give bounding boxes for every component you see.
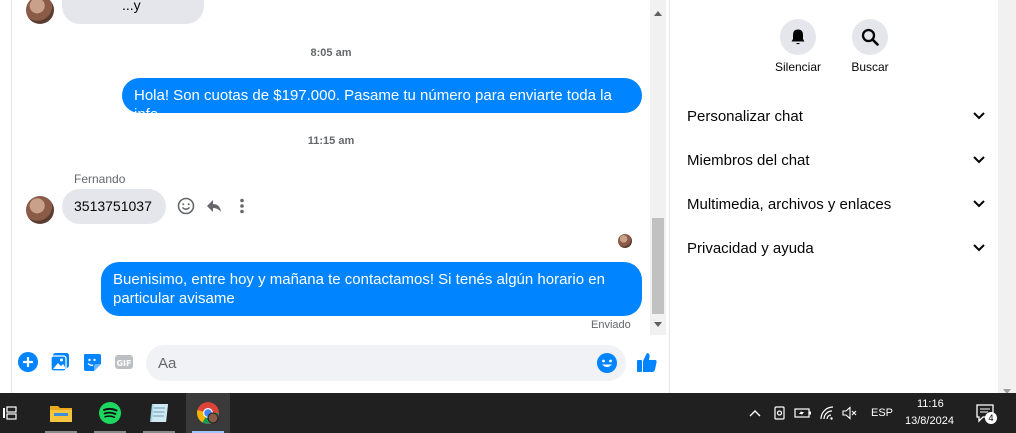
section-media-files-links[interactable]: Multimedia, archivos y enlaces bbox=[687, 189, 985, 219]
conversation-info-pane: Silenciar Buscar Personalizar chat Miemb… bbox=[669, 0, 998, 393]
clock-time[interactable]: 11:16 bbox=[917, 398, 944, 410]
scroll-thumb[interactable] bbox=[652, 218, 664, 314]
show-hidden-icons-button[interactable] bbox=[746, 404, 764, 422]
outgoing-message-text: Buenisimo, entre hoy y mañana te contact… bbox=[113, 271, 605, 307]
scroll-up-arrow[interactable] bbox=[653, 8, 663, 18]
wifi-icon bbox=[820, 406, 834, 420]
section-label: Multimedia, archivos y enlaces bbox=[687, 195, 892, 213]
svg-text:GIF: GIF bbox=[116, 359, 131, 368]
section-chat-members[interactable]: Miembros del chat bbox=[687, 145, 985, 175]
message-bubble-partial: ...y bbox=[62, 0, 204, 24]
mute-button[interactable] bbox=[780, 19, 816, 55]
section-label: Privacidad y ayuda bbox=[687, 239, 814, 257]
search-button[interactable] bbox=[852, 19, 888, 55]
chat-scrollbar[interactable] bbox=[650, 0, 666, 335]
like-button[interactable] bbox=[635, 350, 659, 374]
language-indicator[interactable]: ESP bbox=[871, 407, 893, 419]
sticker-button[interactable] bbox=[81, 351, 103, 373]
outgoing-message-text: Hola! Son cuotas de $197.000. Pasame tu … bbox=[134, 87, 612, 123]
taskbar-file-explorer[interactable] bbox=[39, 393, 83, 433]
task-view-icon bbox=[3, 406, 17, 420]
section-label: Miembros del chat bbox=[687, 151, 810, 169]
gif-button[interactable]: GIF bbox=[113, 351, 135, 373]
taskbar-chrome[interactable] bbox=[186, 393, 230, 433]
chevron-down-icon bbox=[973, 200, 985, 208]
chevron-down-icon bbox=[973, 112, 985, 120]
taskbar-notes-app[interactable] bbox=[137, 393, 181, 433]
chat-pane: ...y 8:05 am Hola! Son cuotas de $197.00… bbox=[0, 0, 668, 393]
notes-icon bbox=[150, 404, 168, 422]
image-icon bbox=[50, 353, 69, 372]
timestamp: 8:05 am bbox=[310, 47, 352, 59]
notification-badge: 4 bbox=[985, 412, 997, 424]
message-status: Enviado bbox=[591, 319, 631, 331]
contact-avatar[interactable] bbox=[26, 0, 54, 24]
battery-button[interactable] bbox=[794, 404, 812, 422]
gif-icon: GIF bbox=[115, 355, 133, 369]
search-label: Buscar bbox=[851, 60, 889, 74]
section-label: Personalizar chat bbox=[687, 107, 803, 125]
thumbs-up-icon bbox=[637, 353, 657, 372]
chevron-up-icon bbox=[749, 410, 761, 417]
smiley-icon bbox=[177, 197, 195, 215]
timestamp: 11:15 am bbox=[307, 135, 355, 147]
volume-button[interactable] bbox=[841, 404, 859, 422]
chrome-icon bbox=[197, 402, 219, 424]
incoming-message: 3513751037 bbox=[62, 189, 166, 224]
message-input-wrapper bbox=[146, 345, 626, 381]
outgoing-message: Buenisimo, entre hoy y mañana te contact… bbox=[101, 262, 642, 316]
reply-button[interactable] bbox=[203, 195, 225, 217]
chevron-down-icon bbox=[973, 156, 985, 164]
message-composer: GIF bbox=[12, 340, 668, 386]
section-privacy-support[interactable]: Privacidad y ayuda bbox=[687, 233, 985, 263]
outgoing-message: Hola! Son cuotas de $197.000. Pasame tu … bbox=[122, 78, 642, 123]
section-customize-chat[interactable]: Personalizar chat bbox=[687, 101, 985, 131]
read-receipt-avatar bbox=[618, 234, 632, 248]
folder-icon bbox=[50, 406, 72, 422]
windows-taskbar: ESP 11:16 13/8/2024 4 bbox=[0, 393, 1016, 433]
sender-name: Fernando bbox=[74, 172, 126, 186]
taskbar-spotify[interactable] bbox=[88, 393, 132, 433]
incoming-message-text: 3513751037 bbox=[74, 198, 152, 214]
webcam-icon bbox=[774, 406, 785, 420]
left-strip bbox=[0, 0, 12, 393]
search-icon bbox=[861, 28, 879, 46]
scroll-down-arrow[interactable] bbox=[653, 319, 663, 329]
react-button[interactable] bbox=[175, 195, 197, 217]
volume-muted-icon bbox=[842, 406, 857, 420]
task-view-button[interactable] bbox=[0, 393, 20, 433]
bell-icon bbox=[791, 29, 805, 45]
chevron-down-icon bbox=[973, 244, 985, 252]
notification-center-button[interactable]: 4 bbox=[974, 402, 997, 424]
mute-label: Silenciar bbox=[774, 60, 822, 74]
contact-avatar[interactable] bbox=[26, 196, 54, 224]
spotify-icon bbox=[99, 402, 121, 424]
network-button[interactable] bbox=[818, 404, 836, 422]
page-scrollbar[interactable] bbox=[998, 0, 1016, 394]
sticker-icon bbox=[84, 354, 101, 371]
more-options-button[interactable] bbox=[231, 195, 253, 217]
reply-icon bbox=[207, 200, 221, 212]
message-list: ...y 8:05 am Hola! Son cuotas de $197.00… bbox=[12, 0, 650, 335]
meet-now-button[interactable] bbox=[771, 404, 789, 422]
partial-message-text: ...y bbox=[122, 0, 141, 13]
more-actions-button[interactable] bbox=[17, 351, 39, 373]
plus-circle-icon bbox=[18, 352, 38, 372]
clock-date[interactable]: 13/8/2024 bbox=[905, 415, 954, 427]
attach-photo-button[interactable] bbox=[49, 351, 71, 373]
emoji-icon bbox=[597, 353, 617, 373]
more-vertical-icon bbox=[240, 198, 244, 214]
message-input[interactable] bbox=[158, 345, 588, 381]
emoji-button[interactable] bbox=[596, 352, 618, 374]
battery-charging-icon bbox=[794, 408, 811, 418]
